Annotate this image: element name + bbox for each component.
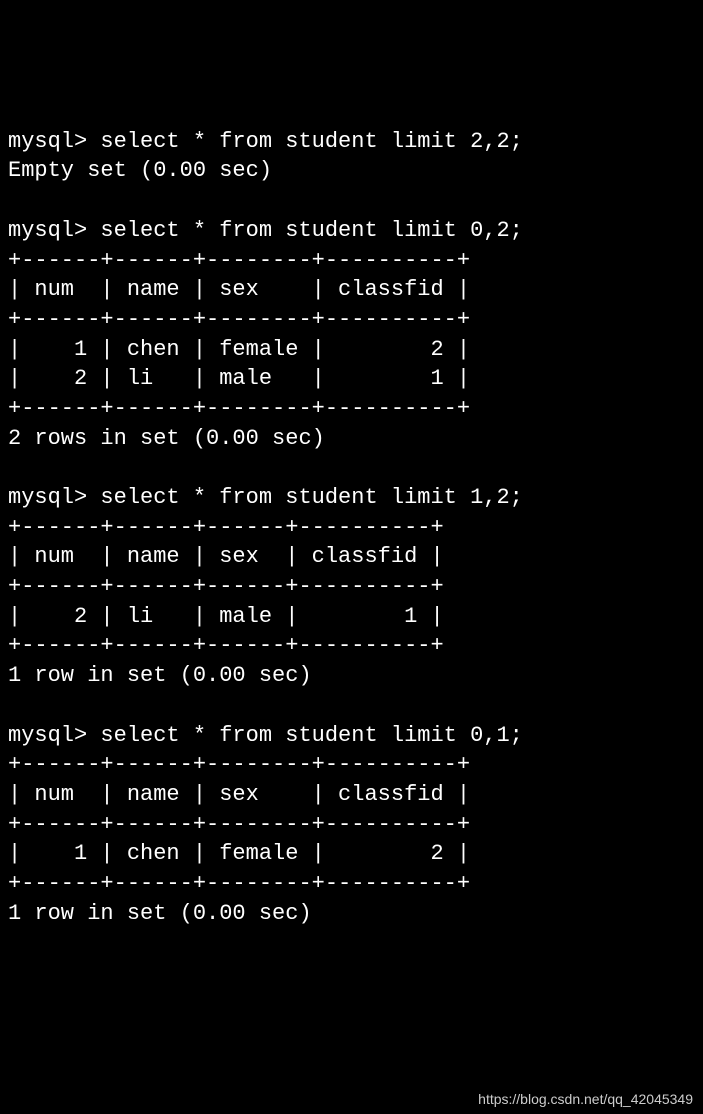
terminal-output: mysql> select * from student limit 2,2; … <box>8 127 695 929</box>
watermark: https://blog.csdn.net/qq_42045349 <box>478 1090 693 1109</box>
